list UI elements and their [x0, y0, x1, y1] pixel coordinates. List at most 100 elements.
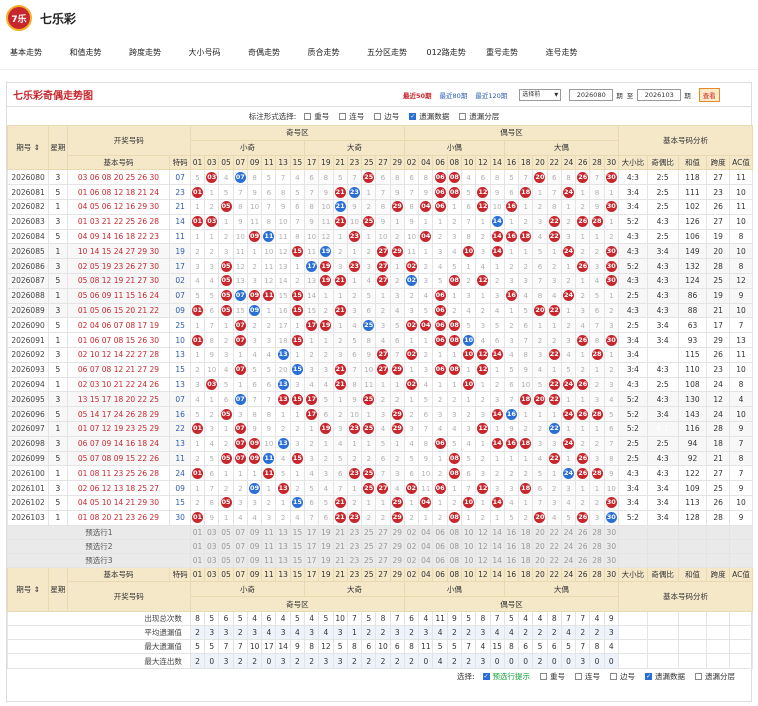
footer-checkbox-0[interactable]: ✓ — [482, 673, 490, 681]
preselect-num-06[interactable]: 06 — [432, 538, 448, 554]
preselect-num-24[interactable]: 24 — [560, 538, 577, 554]
preselect-num-05[interactable]: 05 — [218, 552, 234, 568]
mark-checkbox-1[interactable] — [339, 112, 347, 120]
tab-recent-80[interactable]: 最近80期 — [440, 90, 468, 100]
preselect-num-29[interactable]: 29 — [389, 524, 405, 540]
preselect-num-10[interactable]: 10 — [460, 552, 477, 568]
preselect-num-28[interactable]: 28 — [589, 524, 605, 540]
preselect-num-09[interactable]: 09 — [246, 524, 263, 540]
preselect-num-07[interactable]: 07 — [232, 538, 248, 554]
preselect-num-12[interactable]: 12 — [475, 538, 491, 554]
preselect-num-10[interactable]: 10 — [460, 524, 477, 540]
preselect-num-12[interactable]: 12 — [475, 524, 491, 540]
tab-recent-120[interactable]: 最近120期 — [475, 90, 507, 100]
preselect-num-10[interactable]: 10 — [460, 538, 477, 554]
preselect-num-26[interactable]: 26 — [575, 538, 591, 554]
preselect-num-27[interactable]: 27 — [375, 524, 391, 540]
preselect-num-08[interactable]: 08 — [446, 552, 463, 568]
preselect-num-18[interactable]: 18 — [518, 538, 534, 554]
preselect-num-29[interactable]: 29 — [389, 552, 405, 568]
preselect-num-01[interactable]: 01 — [189, 552, 206, 568]
mark-checkbox-4[interactable] — [459, 112, 467, 120]
preselect-num-16[interactable]: 16 — [503, 524, 520, 540]
mark-option-0[interactable]: 重号 — [304, 111, 329, 122]
preselect-num-21[interactable]: 21 — [332, 552, 348, 568]
preselect-num-03[interactable]: 03 — [204, 538, 220, 554]
preselect-num-04[interactable]: 04 — [418, 524, 434, 540]
nav-item-4[interactable]: 奇偶走势 — [248, 47, 308, 58]
preselect-num-15[interactable]: 15 — [289, 538, 306, 554]
preselect-num-21[interactable]: 21 — [332, 524, 348, 540]
preselect-num-28[interactable]: 28 — [589, 538, 605, 554]
site-logo[interactable]: 7乐 — [6, 5, 32, 31]
preselect-num-08[interactable]: 08 — [446, 524, 463, 540]
preselect-num-12[interactable]: 12 — [475, 552, 491, 568]
preselect-num-21[interactable]: 21 — [332, 538, 348, 554]
preselect-num-26[interactable]: 26 — [575, 524, 591, 540]
preselect-num-03[interactable]: 03 — [204, 552, 220, 568]
preselect-num-26[interactable]: 26 — [575, 552, 591, 568]
preselect-num-29[interactable]: 29 — [389, 538, 405, 554]
preselect-num-23[interactable]: 23 — [346, 538, 363, 554]
preselect-num-23[interactable]: 23 — [346, 552, 363, 568]
preselect-num-14[interactable]: 14 — [489, 524, 505, 540]
footer-checkbox-4[interactable]: ✓ — [645, 673, 652, 681]
preselect-num-30[interactable]: 30 — [603, 552, 619, 568]
preselect-num-09[interactable]: 09 — [246, 552, 263, 568]
nav-item-1[interactable]: 和值走势 — [70, 47, 130, 58]
preselect-num-20[interactable]: 20 — [532, 552, 548, 568]
tab-recent-50[interactable]: 最近50期 — [403, 90, 432, 100]
preselect-num-28[interactable]: 28 — [589, 552, 605, 568]
footer-option-5[interactable]: 遗漏分层 — [695, 671, 735, 682]
preselect-num-02[interactable]: 02 — [403, 552, 420, 568]
preselect-num-11[interactable]: 11 — [261, 524, 277, 540]
mark-checkbox-2[interactable] — [374, 112, 382, 120]
query-button[interactable]: 查看 — [698, 87, 720, 102]
preselect-num-16[interactable]: 16 — [503, 552, 520, 568]
mark-option-1[interactable]: 连号 — [339, 111, 364, 122]
preselect-row[interactable]: 预选行2 01 03 05 07 09 11 13 15 17 19 21 23 25 27 29 02 04 06… — [7, 538, 754, 554]
preselect-num-17[interactable]: 17 — [304, 552, 320, 568]
mark-option-2[interactable]: 边号 — [374, 111, 399, 122]
footer-option-3[interactable]: 边号 — [610, 671, 635, 682]
footer-checkbox-3[interactable] — [610, 673, 617, 681]
mark-option-3[interactable]: ✓ 遗漏数据 — [409, 111, 449, 122]
to-issue-input[interactable]: 2026103 — [637, 88, 682, 101]
preselect-num-18[interactable]: 18 — [518, 552, 534, 568]
preselect-num-22[interactable]: 22 — [546, 524, 562, 540]
footer-checkbox-1[interactable] — [540, 673, 547, 681]
nav-item-7[interactable]: 012路走势 — [427, 47, 487, 58]
footer-option-1[interactable]: 重号 — [540, 671, 565, 682]
footer-option-2[interactable]: 连号 — [575, 671, 600, 682]
preselect-num-18[interactable]: 18 — [518, 524, 534, 540]
preselect-num-14[interactable]: 14 — [489, 552, 505, 568]
preselect-num-09[interactable]: 09 — [246, 538, 263, 554]
preselect-num-06[interactable]: 06 — [432, 524, 448, 540]
preselect-num-23[interactable]: 23 — [346, 524, 363, 540]
preselect-num-20[interactable]: 20 — [532, 524, 548, 540]
preselect-num-30[interactable]: 30 — [603, 538, 619, 554]
footer-checkbox-2[interactable] — [575, 673, 582, 681]
preselect-num-07[interactable]: 07 — [232, 524, 248, 540]
preselect-num-22[interactable]: 22 — [546, 552, 562, 568]
preselect-num-05[interactable]: 05 — [218, 524, 234, 540]
nav-item-0[interactable]: 基本走势 — [10, 47, 70, 58]
preselect-num-27[interactable]: 27 — [375, 552, 391, 568]
preselect-num-22[interactable]: 22 — [546, 538, 562, 554]
from-issue-input[interactable]: 2026080 — [569, 88, 614, 101]
footer-option-4[interactable]: ✓ 遗漏数据 — [645, 671, 685, 682]
footer-option-0[interactable]: ✓ 预选行提示 — [482, 671, 530, 682]
preselect-num-19[interactable]: 19 — [318, 552, 334, 568]
preselect-num-01[interactable]: 01 — [189, 538, 206, 554]
preselect-num-13[interactable]: 13 — [275, 524, 291, 540]
preselect-num-02[interactable]: 02 — [403, 538, 420, 554]
preselect-num-13[interactable]: 13 — [275, 552, 291, 568]
preselect-num-08[interactable]: 08 — [446, 538, 463, 554]
preselect-num-17[interactable]: 17 — [304, 524, 320, 540]
preselect-num-13[interactable]: 13 — [275, 538, 291, 554]
mark-checkbox-3[interactable]: ✓ — [409, 112, 417, 120]
preselect-num-16[interactable]: 16 — [503, 538, 520, 554]
preselect-num-11[interactable]: 11 — [261, 538, 277, 554]
mark-checkbox-0[interactable] — [304, 112, 312, 120]
period-select[interactable]: 选择前 — [519, 88, 562, 101]
